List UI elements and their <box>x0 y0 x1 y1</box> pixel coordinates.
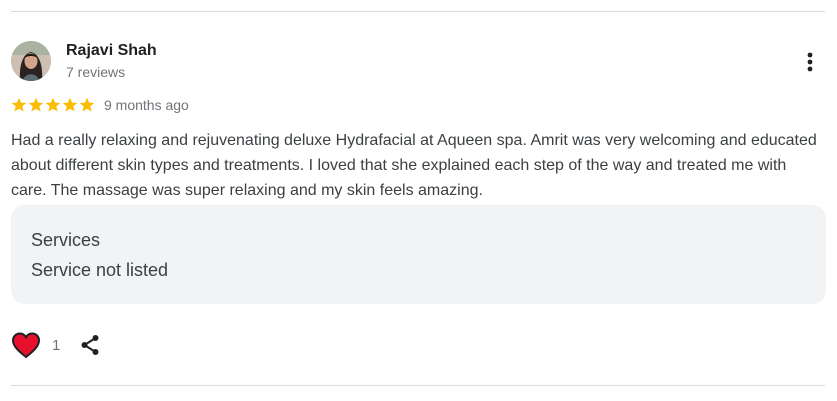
more-vert-icon <box>807 52 813 72</box>
review-time: 9 months ago <box>104 97 189 113</box>
avatar[interactable] <box>11 41 51 81</box>
details-value: Service not listed <box>31 260 169 280</box>
reviewer-name[interactable]: Rajavi Shah <box>66 42 157 60</box>
star-icon <box>11 97 27 112</box>
reviewer-review-count: 7 reviews <box>66 64 126 80</box>
share-icon <box>81 335 99 355</box>
top-divider <box>11 11 825 12</box>
avatar-photo <box>11 41 51 81</box>
service-details: Services Service not listed <box>11 205 826 304</box>
share-button[interactable] <box>78 333 102 357</box>
rating-row: 9 months ago <box>11 96 189 114</box>
review-actions: 1 <box>11 330 102 360</box>
review-card: Rajavi Shah 7 reviews 9 months ago Had a… <box>0 0 837 401</box>
review-text: Had a really relaxing and rejuvenating d… <box>11 132 817 199</box>
more-options-button[interactable] <box>798 48 822 76</box>
star-rating <box>11 97 95 113</box>
heart-icon <box>11 332 41 359</box>
star-icon <box>79 97 95 112</box>
details-label: Services <box>31 230 101 250</box>
bottom-divider <box>11 385 825 386</box>
like-count: 1 <box>52 336 61 354</box>
star-icon <box>62 97 78 112</box>
like-button[interactable]: 1 <box>11 331 60 359</box>
star-icon <box>28 97 44 112</box>
star-icon <box>45 97 61 112</box>
